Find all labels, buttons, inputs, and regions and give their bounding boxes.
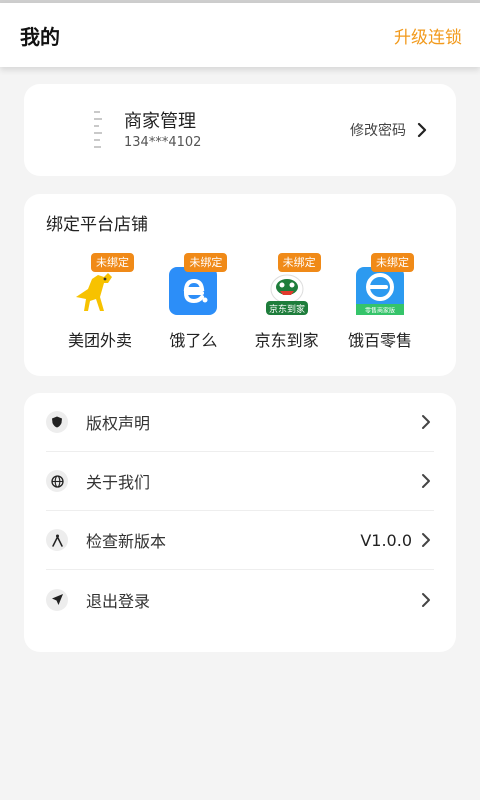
profile-info: 商家管理 134***4102 xyxy=(124,111,350,150)
menu-item-label: 检查新版本 xyxy=(86,532,167,551)
menu-item-logout[interactable]: 退出登录 xyxy=(46,570,434,629)
chevron-right-icon xyxy=(417,122,427,138)
chevron-right-icon xyxy=(422,474,430,488)
bind-section-title: 绑定平台店铺 xyxy=(46,215,148,235)
chevron-right-icon xyxy=(422,533,430,547)
shield-icon xyxy=(46,411,68,433)
menu-item-check-version[interactable]: 检查新版本 V1.0.0 xyxy=(46,511,434,570)
menu-item-about-us[interactable]: 关于我们 xyxy=(46,452,434,511)
merchant-logo xyxy=(90,109,106,151)
chevron-right-icon xyxy=(422,415,430,429)
platform-label: 美团外卖 xyxy=(67,331,132,350)
globe-icon xyxy=(46,470,68,492)
menu-item-label: 关于我们 xyxy=(86,473,151,492)
change-password-button[interactable]: 修改密码 xyxy=(350,120,430,140)
platform-label: 饿了么 xyxy=(169,331,218,350)
app-version: V1.0.0 xyxy=(360,530,412,550)
ebai-icon: 零售商家版 xyxy=(355,267,404,315)
chevron-right-icon xyxy=(422,592,430,607)
page-header: 我的 升级连锁 xyxy=(0,3,480,67)
upgrade-chain-link[interactable]: 升级连锁 xyxy=(394,23,462,48)
ebai-icon-text: 零售商家版 xyxy=(365,307,395,315)
jddj-icon-text: 京东到家 xyxy=(269,303,305,315)
platform-eleme[interactable]: 未绑定 饿了么 xyxy=(153,253,233,351)
jddj-icon: 京东到家 xyxy=(265,274,308,315)
merchant-name: 商家管理 xyxy=(124,110,196,132)
change-password-label: 修改密码 xyxy=(350,123,406,139)
unbound-badge: 未绑定 xyxy=(184,253,228,272)
platform-jddj[interactable]: 京东到家 未绑定 京东到家 xyxy=(247,253,327,351)
bind-platform-card: 绑定平台店铺 未绑定 美团外卖 未绑定 饿了么 京东到家 未绑定 京东到家 零售… xyxy=(24,194,456,376)
menu-item-label: 版权声明 xyxy=(86,414,151,433)
unbound-badge: 未绑定 xyxy=(370,253,414,272)
menu-item-label: 退出登录 xyxy=(86,591,151,611)
unbound-badge: 未绑定 xyxy=(277,253,321,272)
platform-list: 未绑定 美团外卖 未绑定 饿了么 京东到家 未绑定 京东到家 零售商家版 未绑定… xyxy=(46,253,434,351)
merchant-phone: 134***4102 xyxy=(124,134,202,150)
profile-card: 商家管理 134***4102 修改密码 xyxy=(24,84,456,176)
meituan-icon xyxy=(76,273,112,311)
send-icon xyxy=(46,588,68,611)
eleme-icon xyxy=(169,267,218,315)
platform-label: 京东到家 xyxy=(254,331,319,350)
settings-menu-card: 版权声明 关于我们 检查新版本 V1.0.0 退出登录 xyxy=(24,393,456,652)
platform-label: 饿百零售 xyxy=(347,331,412,350)
page-title: 我的 xyxy=(20,24,60,49)
platform-ebai[interactable]: 零售商家版 未绑定 饿百零售 xyxy=(340,253,420,351)
unbound-badge: 未绑定 xyxy=(91,253,134,272)
compass-icon xyxy=(46,529,68,551)
menu-item-copyright[interactable]: 版权声明 xyxy=(46,393,434,452)
platform-meituan[interactable]: 未绑定 美团外卖 xyxy=(60,253,140,351)
